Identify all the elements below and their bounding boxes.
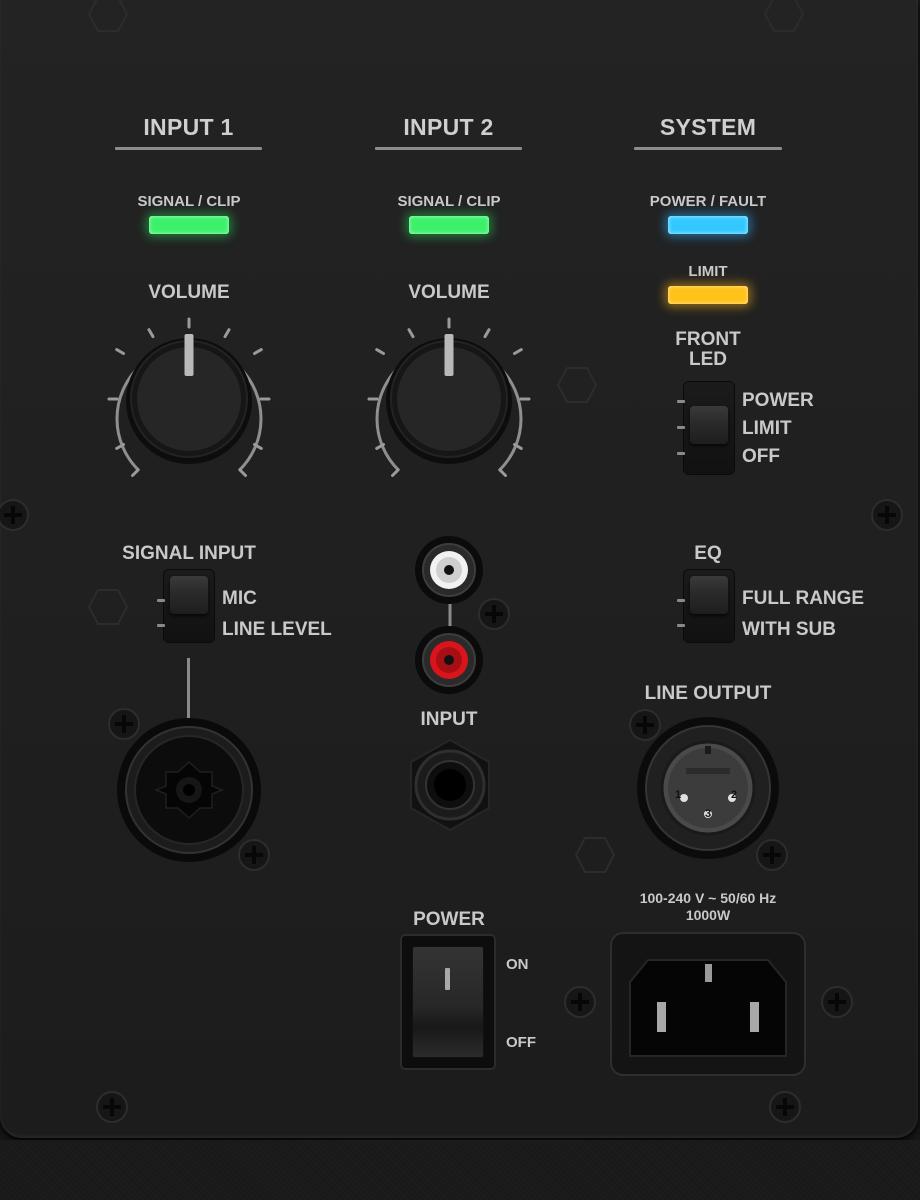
system-header: SYSTEM: [659, 114, 757, 140]
input2-signal-clip-led: [409, 216, 489, 234]
input1-underline: [115, 147, 262, 150]
hex-emboss-icon: [88, 0, 128, 32]
power-fault-led: [668, 216, 748, 234]
detent-mark: [677, 599, 685, 602]
input-jack-label: INPUT: [420, 709, 478, 730]
input2-underline: [375, 147, 522, 150]
input2-signal-clip-label: SIGNAL / CLIP: [397, 193, 501, 210]
screw-icon: [821, 986, 853, 1018]
power-on-label: ON: [506, 956, 529, 973]
power-on-mark: [445, 968, 450, 990]
xlr-pin-label: 2: [730, 789, 738, 801]
screw-icon: [96, 1091, 128, 1123]
front-led-switch[interactable]: [677, 382, 734, 474]
power-fault-label: POWER / FAULT: [649, 193, 767, 210]
cabinet-base: [0, 1140, 920, 1200]
signal-input-option-mic: MIC: [222, 588, 257, 609]
power-switch-housing: [400, 934, 496, 1070]
screw-icon: [769, 1091, 801, 1123]
signal-input-switch[interactable]: [157, 570, 214, 642]
front-led-title-line1: FRONT: [675, 329, 741, 350]
front-led-option-power: POWER: [742, 390, 814, 411]
eq-switch-lever[interactable]: [690, 576, 728, 614]
screw-icon: [478, 598, 510, 630]
input2-volume-label: VOLUME: [408, 282, 490, 303]
eq-option-full-range: FULL RANGE: [742, 588, 865, 609]
hex-emboss-icon: [575, 837, 615, 873]
screw-icon: [564, 986, 596, 1018]
system-underline: [634, 147, 782, 150]
screw-icon: [871, 499, 903, 531]
front-led-option-off: OFF: [742, 446, 780, 467]
ac-power-inlet[interactable]: [610, 932, 806, 1076]
screw-icon: [238, 839, 270, 871]
rca-jack-white[interactable]: [413, 534, 485, 606]
rca-jack-red[interactable]: [413, 624, 485, 696]
xlr-pin-label: 3: [704, 808, 712, 820]
eq-option-with-sub: WITH SUB: [742, 619, 836, 640]
power-rocker-switch[interactable]: [412, 946, 484, 1058]
detent-mark: [157, 599, 165, 602]
detent-mark: [677, 426, 685, 429]
line-output-label: LINE OUTPUT: [644, 683, 772, 704]
screw-icon: [756, 839, 788, 871]
eq-switch[interactable]: [677, 570, 734, 642]
power-spec-wattage: 1000W: [685, 907, 731, 923]
detent-mark: [677, 624, 685, 627]
limit-led: [668, 286, 748, 304]
signal-input-switch-lever[interactable]: [170, 576, 208, 614]
hex-emboss-icon: [764, 0, 804, 32]
input1-signal-clip-led: [149, 216, 229, 234]
speaker-rear-panel: INPUT 1 INPUT 2 SYSTEM SIGNAL / CLIP SIG…: [0, 0, 920, 1200]
input1-signal-clip-label: SIGNAL / CLIP: [137, 193, 241, 210]
power-spec-voltage: 100-240 V ~ 50/60 Hz: [639, 890, 777, 906]
front-led-title-line2: LED: [689, 349, 727, 370]
hex-emboss-icon: [557, 367, 597, 403]
power-off-label: OFF: [506, 1034, 536, 1051]
detent-mark: [677, 400, 685, 403]
input1-volume-knob[interactable]: [94, 304, 284, 494]
eq-title: EQ: [694, 543, 722, 564]
input1-volume-label: VOLUME: [148, 282, 230, 303]
front-led-switch-lever[interactable]: [690, 406, 728, 444]
signal-input-option-line-level: LINE LEVEL: [222, 619, 332, 640]
front-led-option-limit: LIMIT: [742, 418, 792, 439]
signal-input-connector-line: [187, 658, 190, 720]
input1-header: INPUT 1: [143, 114, 234, 140]
power-spec: 100-240 V ~ 50/60 Hz 1000W: [600, 890, 816, 924]
input2-header: INPUT 2: [403, 114, 494, 140]
hex-emboss-icon: [88, 589, 128, 625]
detent-mark: [157, 624, 165, 627]
xlr-pin-label: 1: [674, 789, 682, 801]
quarter-inch-input-jack[interactable]: [403, 738, 497, 832]
signal-input-title: SIGNAL INPUT: [122, 543, 256, 564]
detent-mark: [677, 452, 685, 455]
power-title: POWER: [413, 909, 485, 930]
input2-volume-knob[interactable]: [354, 304, 544, 494]
screw-icon: [0, 499, 29, 531]
limit-label: LIMIT: [688, 263, 728, 280]
front-led-title: FRONT LED: [658, 330, 758, 370]
